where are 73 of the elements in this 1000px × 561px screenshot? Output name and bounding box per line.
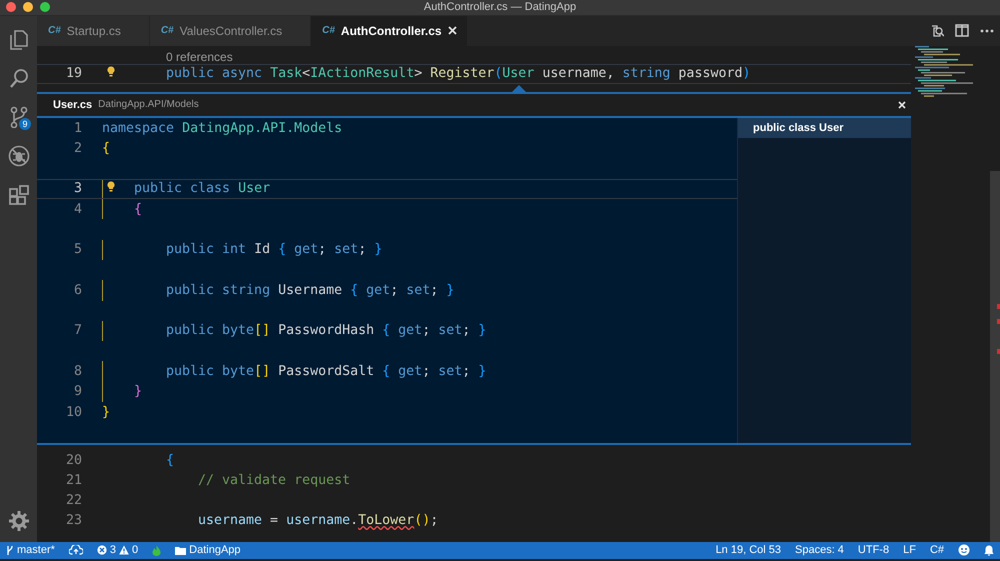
line-number: 10 bbox=[64, 404, 82, 420]
codelens-text[interactable]: 0 references bbox=[166, 50, 233, 64]
lightbulb-icon[interactable] bbox=[107, 66, 115, 77]
code-line: public async Task<IActionResult> Register(User username, string password) bbox=[166, 66, 750, 82]
smiley-icon[interactable] bbox=[958, 544, 970, 556]
close-window-button[interactable] bbox=[6, 2, 16, 12]
peek-file-path: DatingApp.API/Models bbox=[98, 99, 199, 110]
line-number: 6 bbox=[72, 282, 82, 298]
line-number: 8 bbox=[72, 364, 82, 380]
csharp-icon: C# bbox=[160, 25, 174, 36]
branch-icon bbox=[6, 544, 14, 556]
more-icon[interactable] bbox=[980, 28, 994, 33]
line-number: 20 bbox=[64, 452, 82, 468]
error-icon bbox=[96, 545, 107, 556]
reference-item[interactable]: public class User bbox=[738, 118, 911, 138]
error-count[interactable]: 3 bbox=[110, 544, 116, 556]
zoom-window-button[interactable] bbox=[40, 2, 50, 12]
code-line: { bbox=[102, 140, 110, 156]
line-ending[interactable]: LF bbox=[903, 544, 916, 556]
code-line: { bbox=[134, 202, 142, 217]
file-encoding[interactable]: UTF-8 bbox=[858, 544, 890, 556]
warning-icon bbox=[119, 545, 130, 556]
folder-name[interactable]: DatingApp bbox=[189, 544, 241, 556]
compare-changes-icon[interactable] bbox=[930, 24, 944, 38]
line-number: 21 bbox=[64, 472, 82, 488]
line-number: 5 bbox=[72, 242, 82, 258]
code-line: public int Id { get; set; } bbox=[166, 242, 382, 258]
close-icon[interactable] bbox=[448, 26, 457, 36]
line-number: 23 bbox=[64, 513, 82, 528]
code-line: public string Username { get; set; } bbox=[166, 282, 454, 298]
line-number: 9 bbox=[72, 384, 82, 400]
code-line: public class User bbox=[134, 181, 270, 196]
extensions-icon[interactable] bbox=[8, 184, 30, 206]
count-badge: 9 bbox=[19, 118, 31, 130]
line-number: 4 bbox=[72, 202, 82, 217]
files-icon[interactable] bbox=[8, 28, 30, 50]
code-line: // validate request bbox=[198, 472, 350, 488]
cursor-position[interactable]: Ln 19, Col 53 bbox=[716, 544, 781, 556]
bell-icon[interactable] bbox=[984, 544, 994, 556]
code-line: public byte[] PasswordSalt { get; set; } bbox=[166, 364, 486, 380]
lightbulb-icon[interactable] bbox=[107, 180, 115, 192]
code-line: { bbox=[166, 452, 174, 468]
code-line: namespace DatingApp.API.Models bbox=[102, 120, 342, 136]
minimize-window-button[interactable] bbox=[23, 2, 33, 12]
editor-tab[interactable]: C# Startup.cs bbox=[37, 16, 150, 46]
line-number: 22 bbox=[64, 493, 82, 508]
line-number: 3 bbox=[72, 181, 82, 196]
csharp-icon: C# bbox=[322, 25, 335, 36]
csharp-icon: C# bbox=[48, 25, 61, 36]
settings-icon[interactable] bbox=[8, 510, 30, 532]
peek-file-name: User.cs bbox=[53, 98, 92, 111]
close-icon[interactable] bbox=[898, 100, 906, 109]
editor-tab[interactable]: C# ValuesController.cs bbox=[150, 16, 312, 46]
bug-icon[interactable] bbox=[8, 144, 30, 167]
folder-icon bbox=[175, 546, 186, 555]
code-line: public byte[] PasswordHash { get; set; } bbox=[166, 323, 486, 338]
line-number: 19 bbox=[64, 66, 82, 82]
cloud-upload-icon[interactable] bbox=[68, 545, 83, 556]
line-number: 7 bbox=[72, 323, 82, 338]
code-line: username = username.ToLower(); bbox=[198, 513, 438, 528]
line-number: 2 bbox=[72, 140, 82, 156]
window-title: AuthController.cs — DatingApp bbox=[424, 1, 576, 14]
branch-icon[interactable] bbox=[8, 106, 30, 128]
indentation-setting[interactable]: Spaces: 4 bbox=[795, 544, 844, 556]
split-editor-icon[interactable] bbox=[955, 24, 969, 38]
search-icon[interactable] bbox=[8, 66, 30, 89]
warning-count[interactable]: 0 bbox=[132, 544, 138, 556]
code-line: } bbox=[134, 384, 142, 400]
editor-tab[interactable]: C# AuthController.cs bbox=[311, 16, 468, 46]
language-mode[interactable]: C# bbox=[930, 544, 944, 556]
code-line: } bbox=[102, 404, 110, 420]
branch-name[interactable]: master* bbox=[17, 544, 55, 556]
line-number: 1 bbox=[72, 120, 82, 136]
